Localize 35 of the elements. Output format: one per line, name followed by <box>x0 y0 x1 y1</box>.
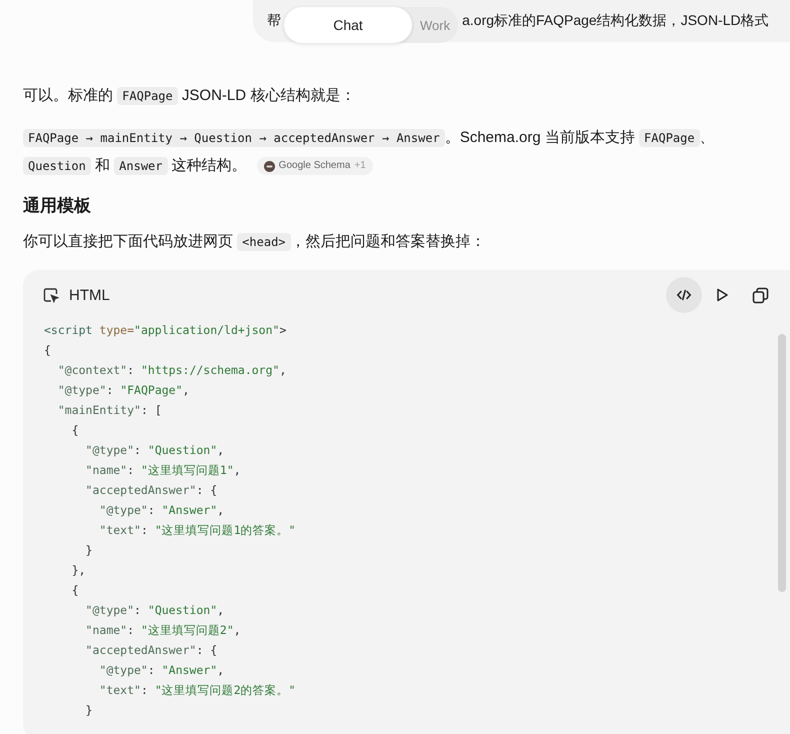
paragraph: 可以。标准的 FAQPage JSON-LD 核心结构就是： <box>23 87 356 104</box>
code-line: "acceptedAnswer": { <box>84 482 218 499</box>
code-line: } <box>84 702 94 719</box>
code-icon <box>676 287 692 303</box>
code-line: "name": "这里填写问题2", <box>84 622 242 639</box>
code-line: "text": "这里填写问题1的答案。" <box>98 522 297 539</box>
mode-tab[interactable]: Work <box>412 7 458 43</box>
code-line: { <box>70 422 80 439</box>
user-message-text: a.org标准的FAQPage结构化数据，JSON-LD格式 <box>462 12 769 30</box>
code-line: "text": "这里填写问题2的答案。" <box>98 682 297 699</box>
code-line: "@context": "https://schema.org", <box>56 362 288 379</box>
code-line: "acceptedAnswer": { <box>84 642 218 659</box>
code-line: "@type": "Answer", <box>98 502 226 519</box>
code-language: HTML <box>69 286 110 304</box>
copy-icon <box>752 286 768 304</box>
code-line: { <box>70 582 80 599</box>
code-line: "@type": "Question", <box>84 442 226 459</box>
scrollbar-thumb[interactable] <box>778 334 786 592</box>
user-message-text: 帮 <box>267 12 281 30</box>
source-icon <box>264 160 275 172</box>
code-line: "@type": "Answer", <box>98 662 226 679</box>
code-line: } <box>84 542 94 559</box>
mode-tab[interactable]: Chat <box>284 7 412 43</box>
code-line: "@type": "FAQPage", <box>56 382 190 399</box>
code-line: "@type": "Question", <box>84 602 226 619</box>
code-line: <script type="application/ld+json"> <box>44 322 288 339</box>
code-file-icon <box>43 287 59 303</box>
source-chip[interactable]: Google Schema +1 <box>256 157 373 176</box>
section-heading: 通用模板 <box>23 195 92 217</box>
code-line: "name": "这里填写问题1", <box>84 462 242 479</box>
code-view-button[interactable] <box>666 277 702 313</box>
paragraph: 你可以直接把下面代码放进网页 <head> ，然后把问题和答案替换掉： <box>23 233 486 250</box>
code-line: { <box>44 342 52 359</box>
code-line: "mainEntity": [ <box>56 402 163 419</box>
code-line: }, <box>70 562 87 579</box>
